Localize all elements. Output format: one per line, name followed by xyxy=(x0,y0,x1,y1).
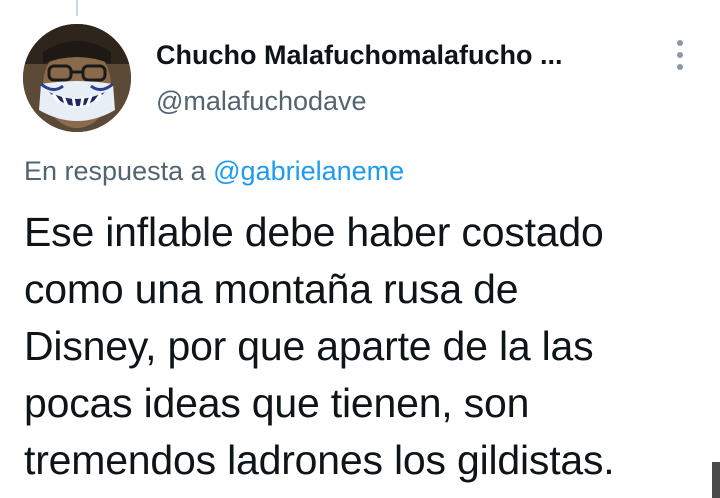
avatar[interactable] xyxy=(23,24,131,132)
tweet-text-line: tremendos ladrones los gildistas. xyxy=(24,437,615,483)
scrollbar-fragment xyxy=(712,462,720,498)
author-display-name[interactable]: Chucho Malafuchomalafucho ... xyxy=(156,40,616,71)
reply-context: En respuesta a @gabrielaneme xyxy=(24,156,404,187)
tweet-text-line: Ese inflable debe haber costado xyxy=(24,209,604,255)
tweet-text-line: como una montaña rusa de xyxy=(24,266,519,312)
menu-dot xyxy=(677,40,683,46)
masked-user-avatar-icon xyxy=(23,24,131,132)
tweet-text: Ese inflable debe haber costado como una… xyxy=(24,204,704,489)
reply-mention-link[interactable]: @gabrielaneme xyxy=(213,156,404,186)
author-handle[interactable]: @malafuchodave xyxy=(156,86,367,117)
tweet-text-line: pocas ideas que tienen, son xyxy=(24,380,530,426)
menu-dot xyxy=(677,64,683,70)
tweet-text-line: Disney, por que aparte de la las xyxy=(24,323,594,369)
more-vertical-icon[interactable] xyxy=(668,40,692,70)
menu-dot xyxy=(677,52,683,58)
thread-connector-line xyxy=(76,0,78,16)
reply-prefix: En respuesta a xyxy=(24,156,206,186)
